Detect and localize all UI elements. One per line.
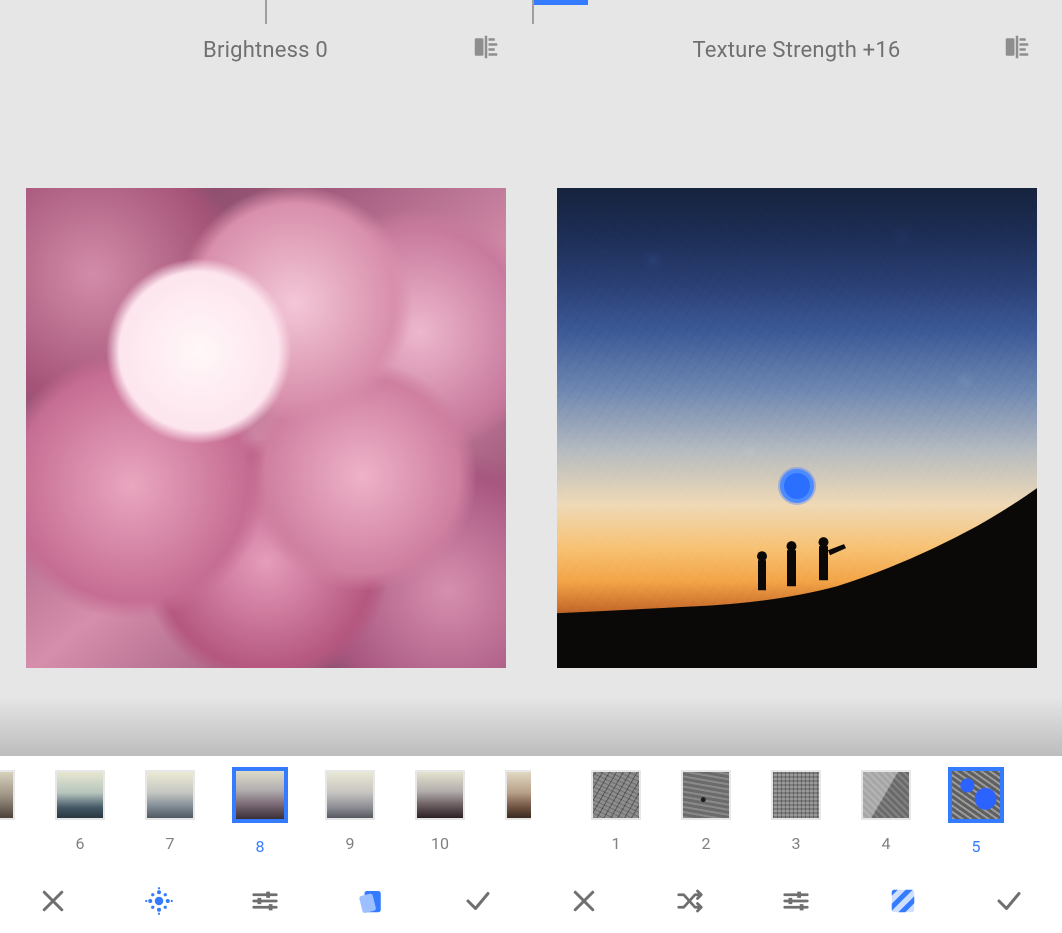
right-pane: Texture Strength +16 bbox=[531, 0, 1062, 933]
preset-thumbnail[interactable] bbox=[0, 770, 35, 834]
image-canvas[interactable] bbox=[557, 188, 1037, 668]
focus-point-handle[interactable] bbox=[780, 469, 814, 503]
image-canvas[interactable] bbox=[26, 188, 506, 668]
preset-thumbnail-9[interactable]: 9 bbox=[305, 770, 395, 853]
preset-thumbnail-10[interactable]: 10 bbox=[395, 770, 485, 853]
preset-thumbnail-6[interactable]: 6 bbox=[35, 770, 125, 853]
parameter-readout[interactable]: Brightness 0 bbox=[0, 0, 531, 100]
parameter-label: Texture Strength +16 bbox=[692, 38, 900, 63]
diagonal-stripes-icon bbox=[888, 886, 918, 916]
cancel-button[interactable] bbox=[23, 871, 83, 931]
adjust-button[interactable] bbox=[235, 871, 295, 931]
compare-icon[interactable] bbox=[471, 32, 501, 68]
compare-icon[interactable] bbox=[1002, 32, 1032, 68]
sliders-icon bbox=[250, 886, 280, 916]
texture-thumbnail-3[interactable]: 3 bbox=[751, 770, 841, 853]
left-pane: Brightness 0 bbox=[0, 0, 531, 933]
texture-thumbnail-2[interactable]: 2 bbox=[661, 770, 751, 853]
bottom-toolbar bbox=[531, 868, 1062, 933]
texture-thumbnail-5[interactable]: 5 bbox=[931, 770, 1021, 856]
texture-button[interactable] bbox=[873, 871, 933, 931]
texture-thumbnail-strip[interactable]: 1 2 3 4 5 bbox=[531, 756, 1062, 868]
texture-thumbnail-1[interactable]: 1 bbox=[571, 770, 661, 853]
preset-thumbnail-7[interactable]: 7 bbox=[125, 770, 215, 853]
preset-thumbnail-strip[interactable]: 6 7 8 9 10 bbox=[0, 756, 531, 868]
apply-button[interactable] bbox=[448, 871, 508, 931]
shuffle-button[interactable] bbox=[660, 871, 720, 931]
left-editor-area[interactable]: Brightness 0 bbox=[0, 0, 531, 756]
sliders-icon bbox=[781, 886, 811, 916]
apply-button[interactable] bbox=[979, 871, 1039, 931]
styles-button[interactable] bbox=[342, 871, 402, 931]
texture-thumbnail-4[interactable]: 4 bbox=[841, 770, 931, 853]
card-icon bbox=[357, 886, 387, 916]
check-icon bbox=[463, 886, 493, 916]
color-palette-button[interactable] bbox=[129, 871, 189, 931]
cancel-button[interactable] bbox=[554, 871, 614, 931]
check-icon bbox=[994, 886, 1024, 916]
parameter-label: Brightness 0 bbox=[203, 38, 328, 63]
bottom-toolbar bbox=[0, 868, 531, 933]
right-editor-area[interactable]: Texture Strength +16 bbox=[531, 0, 1062, 756]
preset-thumbnail-8[interactable]: 8 bbox=[215, 770, 305, 856]
preset-thumbnail[interactable] bbox=[485, 770, 531, 834]
dot-grid-icon bbox=[144, 886, 174, 916]
parameter-readout[interactable]: Texture Strength +16 bbox=[531, 0, 1062, 100]
close-icon bbox=[569, 886, 599, 916]
shuffle-icon bbox=[675, 886, 705, 916]
adjust-button[interactable] bbox=[766, 871, 826, 931]
